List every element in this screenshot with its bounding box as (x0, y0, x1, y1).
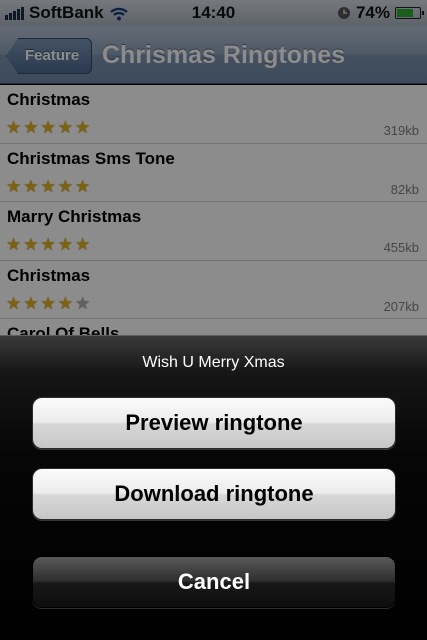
download-ringtone-button[interactable]: Download ringtone (32, 468, 396, 520)
action-sheet: Wish U Merry Xmas Preview ringtone Downl… (0, 335, 427, 640)
preview-ringtone-button[interactable]: Preview ringtone (32, 397, 396, 449)
action-sheet-title: Wish U Merry Xmas (142, 354, 285, 371)
cancel-button[interactable]: Cancel (32, 556, 396, 608)
dim-overlay (0, 0, 427, 340)
